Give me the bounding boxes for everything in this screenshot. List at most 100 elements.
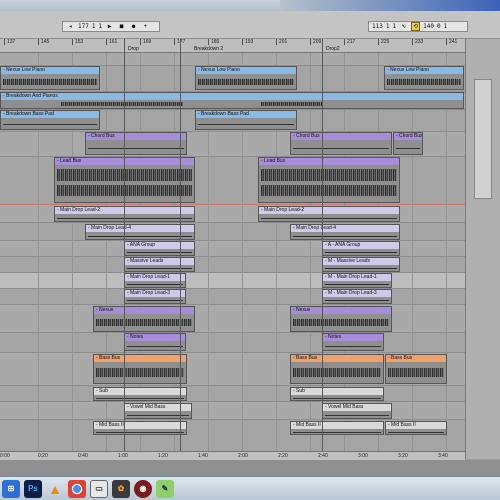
clip-bass-bus[interactable]: - Bass Bus bbox=[385, 354, 447, 384]
track-lane[interactable] bbox=[0, 402, 465, 420]
taskbar: ⊞ Ps ▲ ▭ ✿ ◉ ✎ bbox=[0, 476, 500, 500]
beat-ruler[interactable]: 137 145 153 161 169 177 185 193 201 209 … bbox=[0, 39, 465, 53]
clip-vowel-mid-bass[interactable]: - Vowel Mid Bass bbox=[322, 403, 392, 419]
clip-label: - ANA Group bbox=[125, 242, 194, 249]
play-icon[interactable]: ▶ bbox=[105, 22, 114, 31]
scrollbar-thumb[interactable] bbox=[474, 79, 492, 199]
stop-icon[interactable]: ■ bbox=[117, 22, 126, 31]
time-label: 2:00 bbox=[238, 453, 248, 459]
clip-nexus-low-piano[interactable]: - Nexus Low Piano bbox=[0, 66, 100, 90]
clip-nexus[interactable]: - Nexus bbox=[290, 306, 392, 332]
clip-main-drop-lead-3[interactable]: - M - Main Drop Lead-3 bbox=[322, 289, 392, 304]
clip-chord-bus[interactable]: - Chord Bus bbox=[85, 132, 187, 155]
window-title-accent bbox=[280, 0, 500, 11]
track-lane[interactable] bbox=[0, 305, 465, 333]
grid-line bbox=[446, 53, 447, 459]
clip-sub[interactable]: - Sub bbox=[93, 387, 187, 401]
clip-breakdown-and-pianos[interactable]: - Breakdown And Pianos bbox=[0, 92, 464, 109]
tap-icon[interactable]: ◂ bbox=[66, 22, 75, 31]
transport-bar: ◂ 177 1 1 ▶ ■ ● + 113 1 1 ∿ ⟲ 140 0 1 bbox=[0, 11, 500, 39]
time-ruler[interactable]: 0:00 0:20 0:40 1:00 1:20 1:40 2:00 2:20 … bbox=[0, 451, 465, 460]
clip-bass-bus[interactable]: - Bass Bus bbox=[93, 354, 187, 384]
clip-sub[interactable]: - Sub bbox=[290, 387, 384, 401]
locator-drop[interactable]: Drop bbox=[128, 46, 139, 52]
vlc-icon[interactable]: ▲ bbox=[46, 480, 64, 498]
locator-line bbox=[124, 39, 125, 459]
clip-massive-leads[interactable]: - M - Massive Leads bbox=[322, 257, 400, 272]
clip-main-drop-lead-4[interactable]: - Main Drop Lead-4 bbox=[290, 224, 400, 240]
clip-breakdown-bass-pad[interactable]: - Breakdown Bass Pad bbox=[195, 110, 297, 130]
clip-label: - Vowel Mid Bass bbox=[125, 404, 191, 411]
clip-nexus-low-piano[interactable]: - Nexus Low Piano bbox=[195, 66, 297, 90]
track-lane[interactable] bbox=[0, 273, 465, 289]
clip-main-drop-lead-3[interactable]: - Main Drop Lead-3 bbox=[124, 289, 186, 304]
loop-length[interactable]: 140 bbox=[423, 22, 434, 31]
signature-num[interactable]: 1 bbox=[92, 22, 96, 31]
ruler-tick: 217 bbox=[344, 39, 355, 45]
notepad-icon[interactable]: ✎ bbox=[156, 479, 174, 498]
time-label: 1:20 bbox=[158, 453, 168, 459]
clip-breakdown-bass-pad[interactable]: - Breakdown Bass Pad bbox=[0, 110, 100, 130]
loop-beats[interactable]: 0 bbox=[437, 22, 441, 31]
track-lane[interactable] bbox=[0, 386, 465, 402]
clip-nexus-low-piano[interactable]: - Nexus Low Piano bbox=[384, 66, 464, 90]
position-sixteenth[interactable]: 1 bbox=[392, 22, 396, 31]
clip-label: - Notes bbox=[125, 334, 185, 341]
vertical-scrollbar[interactable] bbox=[465, 39, 500, 459]
clip-ana-group[interactable]: - A - ANA Group bbox=[322, 241, 400, 256]
tempo-value[interactable]: 177 bbox=[78, 22, 89, 31]
clip-label: - Breakdown And Pianos bbox=[1, 93, 463, 100]
automation-icon[interactable]: ∿ bbox=[399, 22, 408, 31]
signature-den[interactable]: 1 bbox=[98, 22, 102, 31]
clip-label: - Breakdown Bass Pad bbox=[1, 111, 99, 118]
loop-sixteenth[interactable]: 1 bbox=[444, 22, 448, 31]
clip-label: - A - ANA Group bbox=[323, 242, 399, 249]
position-bar[interactable]: 113 bbox=[372, 22, 383, 31]
tempo-group[interactable]: ◂ 177 1 1 ▶ ■ ● + bbox=[62, 21, 160, 32]
clip-label: - Sub bbox=[291, 388, 383, 395]
ruler-tick: 137 bbox=[4, 39, 15, 45]
clip-notes[interactable]: - Notes bbox=[322, 333, 384, 351]
locator-breakdown-2[interactable]: Breakdown 2 bbox=[194, 46, 223, 52]
clip-main-drop-lead-4[interactable]: - Main Drop Lead-4 bbox=[85, 224, 195, 240]
position-group[interactable]: 113 1 1 ∿ ⟲ 140 0 1 bbox=[368, 21, 468, 32]
fl-studio-icon[interactable]: ✿ bbox=[112, 479, 130, 498]
overdub-icon[interactable]: + bbox=[141, 22, 150, 31]
ruler-tick: 201 bbox=[276, 39, 287, 45]
clip-vowel-mid-bass[interactable]: - Vowel Mid Bass bbox=[124, 403, 192, 419]
clip-main-drop-lead-1[interactable]: - Main Drop Lead-1 bbox=[124, 273, 186, 288]
ruler-tick: 145 bbox=[38, 39, 49, 45]
clip-label: - Mid Bass II bbox=[386, 422, 446, 429]
arrangement-view[interactable]: - Nexus Low Piano - Nexus Low Piano - Ne… bbox=[0, 53, 465, 459]
clip-label: - Mid Bass II bbox=[291, 422, 383, 429]
clip-main-drop-lead-2[interactable]: - Main Drop Lead-2 bbox=[258, 206, 400, 222]
clip-chord-bus[interactable]: - Chord Bus bbox=[393, 132, 423, 155]
locator-line bbox=[322, 39, 323, 459]
position-beat[interactable]: 1 bbox=[386, 22, 390, 31]
clip-main-drop-lead-1[interactable]: - M - Main Drop Lead-1 bbox=[322, 273, 392, 288]
clip-mid-bass-ii[interactable]: - Mid Bass II bbox=[290, 421, 384, 435]
chrome-icon[interactable] bbox=[68, 479, 86, 498]
clip-notes[interactable]: - Notes bbox=[124, 333, 186, 351]
clip-ana-group[interactable]: - ANA Group bbox=[124, 241, 195, 256]
clip-mid-bass-ii[interactable]: - Mid Bass II bbox=[385, 421, 447, 435]
clip-label: - M - Main Drop Lead-3 bbox=[323, 290, 391, 297]
track-lane[interactable] bbox=[0, 333, 465, 353]
locator-drop2[interactable]: Drop2 bbox=[326, 46, 340, 52]
locator-line bbox=[180, 39, 181, 459]
track-lane[interactable] bbox=[0, 289, 465, 305]
loop-icon[interactable]: ⟲ bbox=[411, 22, 421, 31]
record-icon[interactable]: ● bbox=[129, 22, 138, 31]
clip-lead-bus[interactable]: - Lead Bus bbox=[258, 157, 400, 203]
clip-massive-leads[interactable]: - Massive Leads bbox=[124, 257, 195, 272]
ableton-icon[interactable]: ◉ bbox=[134, 479, 152, 498]
clip-chord-bus[interactable]: - Chord Bus bbox=[290, 132, 392, 155]
explorer-icon[interactable]: ▭ bbox=[90, 479, 108, 498]
time-label: 0:00 bbox=[0, 453, 10, 459]
photoshop-icon[interactable]: Ps bbox=[24, 479, 42, 498]
windows-logo-icon[interactable]: ⊞ bbox=[2, 479, 20, 498]
clip-mid-bass-ii[interactable]: - Mid Bass II bbox=[93, 421, 187, 435]
track-lane[interactable] bbox=[0, 53, 465, 66]
clip-label: - Nexus bbox=[94, 307, 194, 314]
clip-bass-bus[interactable]: - Bass Bus bbox=[290, 354, 384, 384]
